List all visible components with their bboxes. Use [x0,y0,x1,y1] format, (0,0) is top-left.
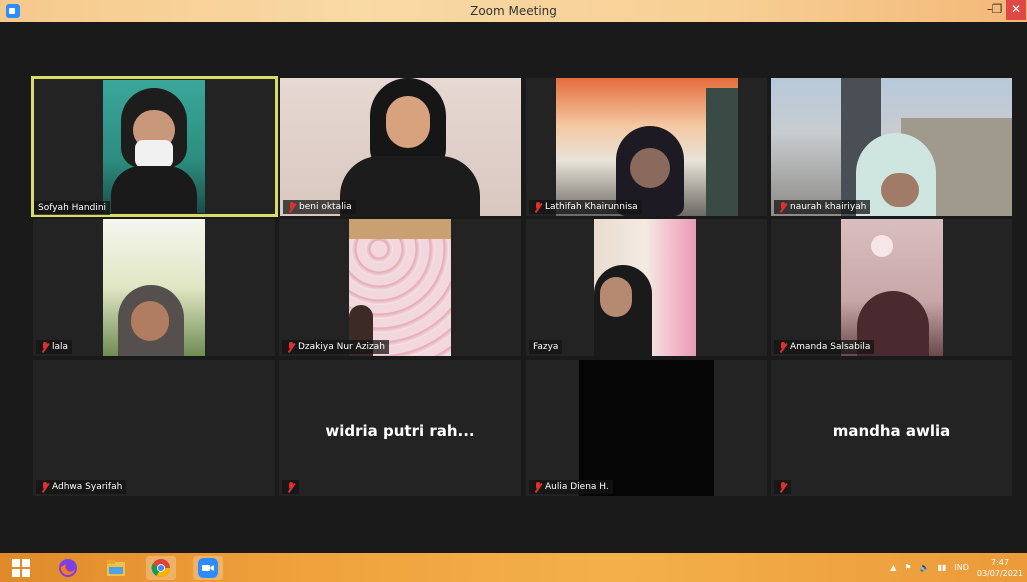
participant-name-tag [774,480,791,494]
file-explorer-icon[interactable] [101,556,131,580]
muted-mic-icon [778,201,787,213]
muted-mic-icon [287,201,296,213]
window-title: Zoom Meeting [470,4,557,18]
participant-video [280,78,521,216]
close-button[interactable]: ✕ [1006,0,1026,20]
video-tile-widria[interactable]: widria putri rah... [279,360,521,496]
chrome-icon[interactable] [146,556,176,580]
video-tile-naurah[interactable]: naurah khairiyah [771,78,1012,216]
participant-video [103,80,205,213]
video-tile-beni[interactable]: beni oktalia [280,78,521,216]
video-tile-aulia[interactable]: Aulia Diena H. [526,360,767,496]
participant-name-tag: Adhwa Syarifah [36,480,127,494]
participant-name: Adhwa Syarifah [52,482,123,492]
muted-mic-icon [533,201,542,213]
participant-name: beni oktalia [299,202,352,212]
participant-name-tag [282,480,299,494]
video-tile-fazya[interactable]: Fazya [526,219,767,356]
title-bar: Zoom Meeting – ❐ ✕ [0,0,1027,22]
participant-name-tag: Aulia Diena H. [529,480,613,494]
participant-video [579,360,714,496]
windows-taskbar: ▲ ⚑ 🔈 ▮▮ IND 7:47 03/07/2021 [0,553,1027,582]
participant-name: Aulia Diena H. [545,482,609,492]
participant-name-tag: lala [36,340,73,354]
muted-mic-icon [286,481,295,493]
participant-video [594,219,696,356]
participant-name: Lathifah Khairunnisa [545,202,638,212]
video-tile-mandha[interactable]: mandha awlia [771,360,1012,496]
muted-mic-icon [40,481,49,493]
participant-video [841,219,943,356]
participant-video [771,78,1012,216]
video-tile-adhwa[interactable]: Adhwa Syarifah [33,360,275,496]
participant-name: Fazya [533,342,559,352]
muted-mic-icon [533,481,542,493]
zoom-window: Zoom Meeting – ❐ ✕ Sofyah Handini beni o… [0,0,1027,553]
participant-name-tag: Sofyah Handini [34,201,111,215]
participant-video [349,219,451,356]
participant-name-tag: Dzakiya Nur Azizah [282,340,389,354]
participant-name: Amanda Salsabila [790,342,871,352]
participant-display-name: mandha awlia [832,422,951,440]
video-tile-dzakiya[interactable]: Dzakiya Nur Azizah [279,219,521,356]
restore-button[interactable]: ❐ [986,0,1008,20]
clock-time: 7:47 [990,557,1009,567]
system-tray: ▲ ⚑ 🔈 ▮▮ IND 7:47 03/07/2021 [890,553,1023,582]
participant-name-tag: beni oktalia [283,200,356,214]
volume-icon[interactable]: 🔈 [920,563,930,572]
video-tile-lathifah[interactable]: Lathifah Khairunnisa [526,78,767,216]
participant-display-name: widria putri rah... [325,422,475,440]
language-indicator[interactable]: IND [954,563,969,572]
flag-icon[interactable]: ⚑ [904,563,911,572]
video-tile-amanda[interactable]: Amanda Salsabila [771,219,1012,356]
participant-name: Dzakiya Nur Azizah [298,342,385,352]
video-tile-lala[interactable]: lala [33,219,275,356]
video-tile-sofyah[interactable]: Sofyah Handini [31,76,278,217]
muted-mic-icon [778,341,787,353]
firefox-icon[interactable] [53,556,83,580]
zoom-taskbar-icon[interactable] [193,556,223,580]
clock-date: 03/07/2021 [976,568,1023,578]
clock[interactable]: 7:47 03/07/2021 [977,557,1023,579]
participant-name: lala [52,342,69,352]
participant-name-tag: Amanda Salsabila [774,340,875,354]
show-hidden-icons-icon[interactable]: ▲ [890,563,896,572]
participant-name-tag: Fazya [529,340,563,354]
muted-mic-icon [40,341,49,353]
participant-video [103,219,205,356]
windows-start-icon[interactable] [12,559,30,577]
network-icon[interactable]: ▮▮ [938,563,947,572]
participant-name-tag: naurah khairiyah [774,200,871,214]
participant-name: naurah khairiyah [790,202,867,212]
participant-name-tag: Lathifah Khairunnisa [529,200,642,214]
participant-video [556,78,738,216]
participant-name: Sofyah Handini [38,203,107,213]
muted-mic-icon [286,341,295,353]
muted-mic-icon [778,481,787,493]
